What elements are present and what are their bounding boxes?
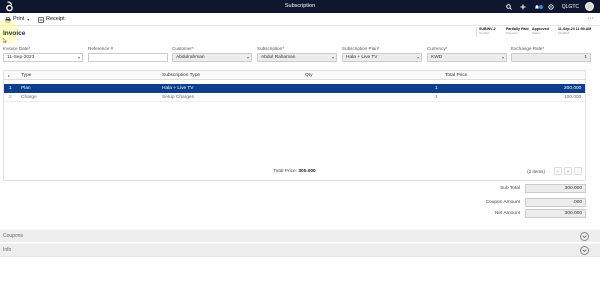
net-amount-label: Net Amount <box>494 211 520 216</box>
subscription-plan-value: Hala + Live TV <box>346 55 378 60</box>
customer-value: Abdulrahman <box>176 55 205 60</box>
status-approval: Approved Status <box>532 27 556 37</box>
row-index: 1 <box>9 86 12 91</box>
chevron-down-icon[interactable] <box>580 246 589 255</box>
currency-label: Currency* <box>427 46 448 51</box>
cursor-icon <box>3 38 7 43</box>
chevron-down-icon: ▾ <box>501 55 504 60</box>
avatar[interactable] <box>585 2 594 11</box>
column-header-total-price[interactable]: Total Price <box>445 71 467 80</box>
subscription-value: Abdul Rahaman <box>261 55 296 60</box>
chevron-down-icon: ▾ <box>331 55 334 60</box>
subscription-plan-input[interactable]: Hala + Live TV ▾ <box>342 53 422 62</box>
sub-total-label: Sub Total <box>500 186 520 191</box>
subscription-input[interactable]: Abdul Rahaman ▾ <box>257 53 337 62</box>
grid-header: ▸ Type Subscription Type Qty Total Price <box>4 71 585 80</box>
receipt-icon <box>38 16 44 23</box>
reference-input[interactable] <box>88 53 168 62</box>
subscription-plan-label: Subscription Plan* <box>342 46 380 51</box>
currency-field: Currency* KWD ▾ <box>427 46 507 62</box>
customer-label: Customer* <box>172 46 194 51</box>
table-row[interactable]: 1 Plan Hala + Live TV 1 200.000 <box>4 84 585 93</box>
currency-value: KWD <box>431 55 443 60</box>
page-title: Invoice <box>3 30 26 37</box>
top-bar: Subscription QLGTC <box>0 0 600 13</box>
status-number: SUBINV-2 Number <box>476 27 504 37</box>
reference-label: Reference # <box>88 46 114 51</box>
sub-total-row: Sub Total 300.000 <box>490 184 586 193</box>
plus-icon[interactable] <box>520 4 526 10</box>
chevron-down-icon: ▾ <box>416 55 419 60</box>
calendar-icon[interactable]: ▾ <box>78 54 80 62</box>
search-icon[interactable] <box>506 3 512 10</box>
grid-total-label: Total Price: <box>273 169 298 174</box>
net-amount-value: 300.000 <box>525 209 586 218</box>
invoice-date-field: Invoice Date* 11-Sep-2023 ▾ <box>3 46 83 62</box>
status-payment: Partially Paid Payment <box>506 27 530 37</box>
more-options-button[interactable]: ··· <box>587 13 594 24</box>
toolbar: Print ▾ Receipt ··· <box>0 13 600 26</box>
customer-field: Customer* Abdulrahman ▾ <box>172 46 252 62</box>
subscription-label: Subscription* <box>257 46 285 51</box>
row-subscription-type[interactable]: Hala + Live TV <box>162 84 194 93</box>
row-selector-icon[interactable]: ▸ <box>8 71 10 80</box>
invoice-date-label: Invoice Date* <box>3 46 31 51</box>
sub-total-value: 300.000 <box>525 184 586 193</box>
column-header-subscription-type[interactable]: Subscription Type <box>162 71 200 80</box>
net-amount-row: Net Amount 300.000 <box>490 209 586 218</box>
delete-row-icon[interactable]: × <box>564 167 572 175</box>
status-modified: 11-Sep-23 11:58 AM Modified <box>558 27 591 37</box>
row-type[interactable]: Charge <box>21 93 37 102</box>
coupon-amount-value: .000 <box>525 198 586 207</box>
info-section[interactable]: Info <box>0 243 600 256</box>
column-header-type[interactable]: Type <box>21 71 31 80</box>
divider <box>0 256 600 257</box>
top-icons: QLGTC <box>506 0 600 13</box>
subscription-field: Subscription* Abdul Rahaman ▾ <box>257 46 337 62</box>
coupons-section-title: Coupons <box>3 233 24 239</box>
grid-items-count: (2 items) <box>527 169 545 174</box>
status-strip: SUBINV-2 Number Partially Paid Payment A… <box>474 27 591 37</box>
grid-nav: + × ⋮ <box>552 167 582 175</box>
status-payment-label: Payment <box>506 31 518 35</box>
invoice-date-input[interactable]: 11-Sep-2023 ▾ <box>3 53 83 62</box>
table-row[interactable]: 2 Charge Setup Charges 1 100.000 <box>4 93 585 102</box>
more-vertical-icon[interactable]: ⋮ <box>574 167 582 175</box>
invoice-date-value: 11-Sep-2023 <box>7 55 35 60</box>
column-header-qty[interactable]: Qty <box>305 71 312 80</box>
coupons-section[interactable]: Coupons <box>0 229 600 242</box>
customer-input[interactable]: Abdulrahman ▾ <box>172 53 252 62</box>
status-number-label: Number <box>479 31 490 35</box>
exchange-rate-field: Exchange Rate* 1 <box>511 46 591 62</box>
status-modified-label: Modified <box>558 31 570 35</box>
coupon-amount-label: Coupon Amount <box>485 200 520 205</box>
grid-total: Total Price: 300.000 <box>4 169 585 174</box>
notification-dot <box>538 4 543 9</box>
exchange-rate-input[interactable]: 1 <box>511 53 591 62</box>
row-index: 2 <box>9 95 12 100</box>
org-name[interactable]: QLGTC <box>562 4 579 10</box>
grid-total-value: 300.000 <box>298 169 316 174</box>
reference-field: Reference # <box>88 46 168 62</box>
row-type[interactable]: Plan <box>21 84 31 93</box>
row-subscription-type[interactable]: Setup Charges <box>162 93 194 102</box>
subscription-plan-field: Subscription Plan* Hala + Live TV ▾ <box>342 46 422 62</box>
coupon-amount-row: Coupon Amount .000 <box>482 198 586 207</box>
receipt-button[interactable]: Receipt <box>38 13 65 26</box>
gear-icon[interactable] <box>548 3 554 10</box>
add-row-icon[interactable]: + <box>554 167 562 175</box>
row-total[interactable]: 100.000 <box>564 93 581 102</box>
chevron-down-icon: ▾ <box>246 55 249 60</box>
status-approval-label: Status <box>532 31 541 35</box>
row-total[interactable]: 200.000 <box>564 84 581 93</box>
bell-icon[interactable] <box>534 4 543 10</box>
line-items-grid: ▸ Type Subscription Type Qty Total Price… <box>3 70 586 181</box>
chevron-down-icon: ▾ <box>27 17 30 22</box>
currency-input[interactable]: KWD ▾ <box>427 53 507 62</box>
row-qty[interactable]: 1 <box>435 84 438 93</box>
row-qty[interactable]: 1 <box>435 93 438 102</box>
exchange-rate-label: Exchange Rate* <box>511 46 545 51</box>
chevron-down-icon[interactable] <box>580 232 589 241</box>
receipt-label: Receipt <box>46 16 65 22</box>
